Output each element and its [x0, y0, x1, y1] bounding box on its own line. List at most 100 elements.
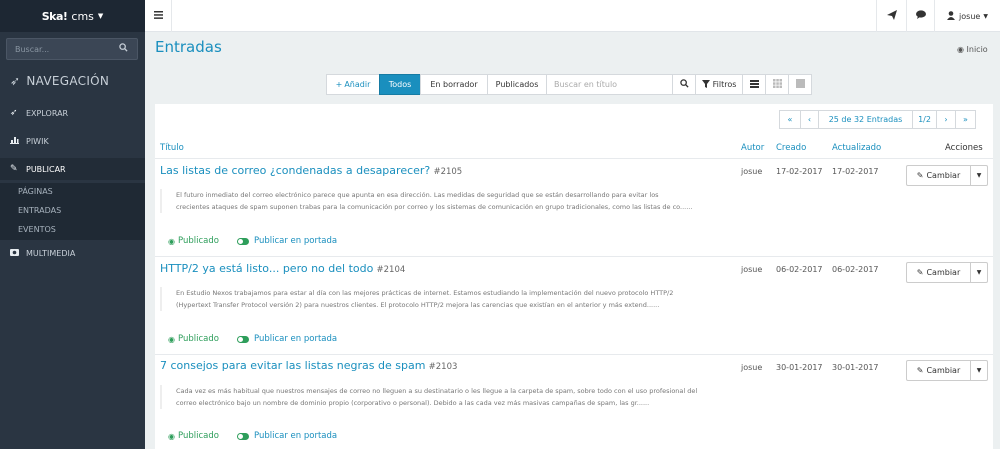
entry-updated: 30-01-2017 — [832, 363, 879, 372]
eye-icon: ◉ — [168, 431, 175, 441]
table-row-title[interactable]: HTTP/2 ya está listo... pero no del todo… — [160, 262, 405, 275]
send-button[interactable] — [876, 0, 906, 32]
list-view-icon — [749, 79, 759, 90]
column-created[interactable]: Creado — [776, 143, 806, 153]
view-block-button[interactable] — [788, 74, 812, 95]
change-action-group: ✎ Cambiar ▼ — [906, 262, 988, 283]
sidebar-subitem-eventos[interactable]: EVENTOS — [18, 225, 56, 234]
entry-author: josue — [741, 265, 763, 274]
entry-excerpt: Cada vez es más habitual que nuestros me… — [160, 385, 720, 409]
sidebar-item-multimedia[interactable]: MULTIMEDIA — [0, 242, 145, 264]
entry-id: #2105 — [433, 167, 463, 177]
chevron-down-icon: ▼ — [97, 12, 104, 20]
change-button[interactable]: ✎ Cambiar — [906, 262, 971, 283]
plus-icon: + — [335, 80, 343, 89]
title-search-button[interactable] — [672, 74, 696, 95]
portada-toggle[interactable]: Publicar en portada — [237, 236, 337, 246]
divider — [155, 354, 993, 355]
last-page-button[interactable]: » — [955, 110, 976, 129]
sidebar-subitem-paginas[interactable]: PÁGINAS — [18, 187, 53, 196]
filter-borrador-button[interactable]: En borrador — [420, 74, 488, 95]
prev-page-button[interactable]: ‹ — [800, 110, 819, 129]
first-page-button[interactable]: « — [779, 110, 801, 129]
status-published[interactable]: ◉ Publicado — [168, 334, 219, 344]
block-view-icon — [795, 79, 805, 90]
brand-menu[interactable]: Ska! cms ▼ — [0, 0, 145, 32]
messages-button[interactable] — [906, 0, 934, 32]
view-grid-button[interactable] — [765, 74, 789, 95]
user-menu[interactable]: josue ▼ — [934, 0, 1000, 32]
next-page-button[interactable]: › — [936, 110, 956, 129]
status-published[interactable]: ◉ Publicado — [168, 431, 219, 441]
entry-excerpt: En Estudio Nexos trabajamos para estar a… — [160, 287, 710, 311]
topbar: josue ▼ — [145, 0, 1000, 32]
entry-id: #2104 — [376, 265, 406, 275]
pager-summary: 25 de 32 Entradas — [818, 110, 913, 129]
comment-icon — [915, 10, 926, 22]
grid-view-icon — [772, 79, 782, 90]
sidebar-subitem-entradas[interactable]: ENTRADAS — [18, 206, 61, 215]
filter-todos-button[interactable]: Todos — [379, 74, 421, 95]
entry-updated: 06-02-2017 — [832, 265, 879, 274]
entry-author: josue — [741, 363, 763, 372]
sidebar-item-piwik[interactable]: PIWIK — [0, 130, 145, 152]
change-dropdown-button[interactable]: ▼ — [971, 360, 988, 381]
toggle-icon — [237, 237, 249, 245]
user-name: josue — [959, 11, 981, 21]
column-author[interactable]: Autor — [741, 143, 764, 153]
chevron-down-icon: ▼ — [976, 172, 982, 179]
chart-icon — [10, 136, 22, 147]
change-dropdown-button[interactable]: ▼ — [971, 262, 988, 283]
entry-author: josue — [741, 167, 763, 176]
add-button[interactable]: + Añadir — [326, 74, 380, 95]
entry-title[interactable]: HTTP/2 ya está listo... pero no del todo — [160, 262, 373, 275]
entry-created: 30-01-2017 — [776, 363, 823, 372]
entry-created: 06-02-2017 — [776, 265, 823, 274]
table-row-title[interactable]: Las listas de correo ¿condenadas a desap… — [160, 164, 462, 177]
title-search-input[interactable]: Buscar en título — [546, 74, 673, 95]
column-title[interactable]: Título — [160, 143, 184, 153]
change-dropdown-button[interactable]: ▼ — [971, 165, 988, 186]
menu-toggle-button[interactable] — [145, 0, 172, 32]
search-icon — [679, 79, 689, 90]
table-row-title[interactable]: 7 consejos para evitar las listas negras… — [160, 359, 457, 372]
chevron-down-icon: ▼ — [976, 367, 982, 374]
dashboard-icon: ◉ — [957, 45, 964, 54]
search-icon[interactable] — [119, 43, 137, 55]
entry-updated: 17-02-2017 — [832, 167, 879, 176]
sidebar-item-explorar[interactable]: ➶ EXPLORAR — [0, 102, 145, 124]
toggle-icon — [237, 335, 249, 343]
change-button[interactable]: ✎ Cambiar — [906, 360, 971, 381]
entry-excerpt: El futuro inmediato del correo electróni… — [160, 189, 710, 213]
column-actions: Acciones — [945, 143, 983, 153]
portada-toggle[interactable]: Publicar en portada — [237, 334, 337, 344]
entry-title[interactable]: 7 consejos para evitar las listas negras… — [160, 359, 425, 372]
breadcrumb[interactable]: ◉ Inicio — [957, 45, 988, 54]
eye-icon: ◉ — [168, 334, 175, 344]
brand-logo: Ska! — [41, 9, 68, 23]
change-action-group: ✎ Cambiar ▼ — [906, 360, 988, 381]
portada-toggle[interactable]: Publicar en portada — [237, 431, 337, 441]
entry-title[interactable]: Las listas de correo ¿condenadas a desap… — [160, 164, 430, 177]
entry-id: #2103 — [428, 362, 458, 372]
rocket-icon: ➶ — [10, 74, 21, 88]
sidebar-search-input[interactable]: Buscar... — [6, 38, 138, 60]
entry-created: 17-02-2017 — [776, 167, 823, 176]
pencil-icon: ✎ — [10, 164, 18, 174]
view-list-button[interactable] — [742, 74, 766, 95]
breadcrumb-home: Inicio — [966, 45, 988, 54]
user-icon — [947, 10, 956, 22]
filters-button[interactable]: Filtros — [695, 74, 743, 95]
pager-page: 1/2 — [912, 110, 937, 129]
divider — [155, 256, 993, 257]
toggle-icon — [237, 432, 249, 440]
column-updated[interactable]: Actualizado — [832, 143, 881, 153]
filter-publicados-button[interactable]: Publicados — [487, 74, 547, 95]
change-button[interactable]: ✎ Cambiar — [906, 165, 971, 186]
status-published[interactable]: ◉ Publicado — [168, 236, 219, 246]
filter-icon — [701, 79, 710, 90]
brand-name: cms — [71, 9, 94, 23]
pencil-icon: ✎ — [916, 268, 924, 277]
sidebar-item-publicar[interactable]: ✎ PUBLICAR — [0, 158, 145, 180]
paper-plane-icon — [886, 9, 897, 23]
